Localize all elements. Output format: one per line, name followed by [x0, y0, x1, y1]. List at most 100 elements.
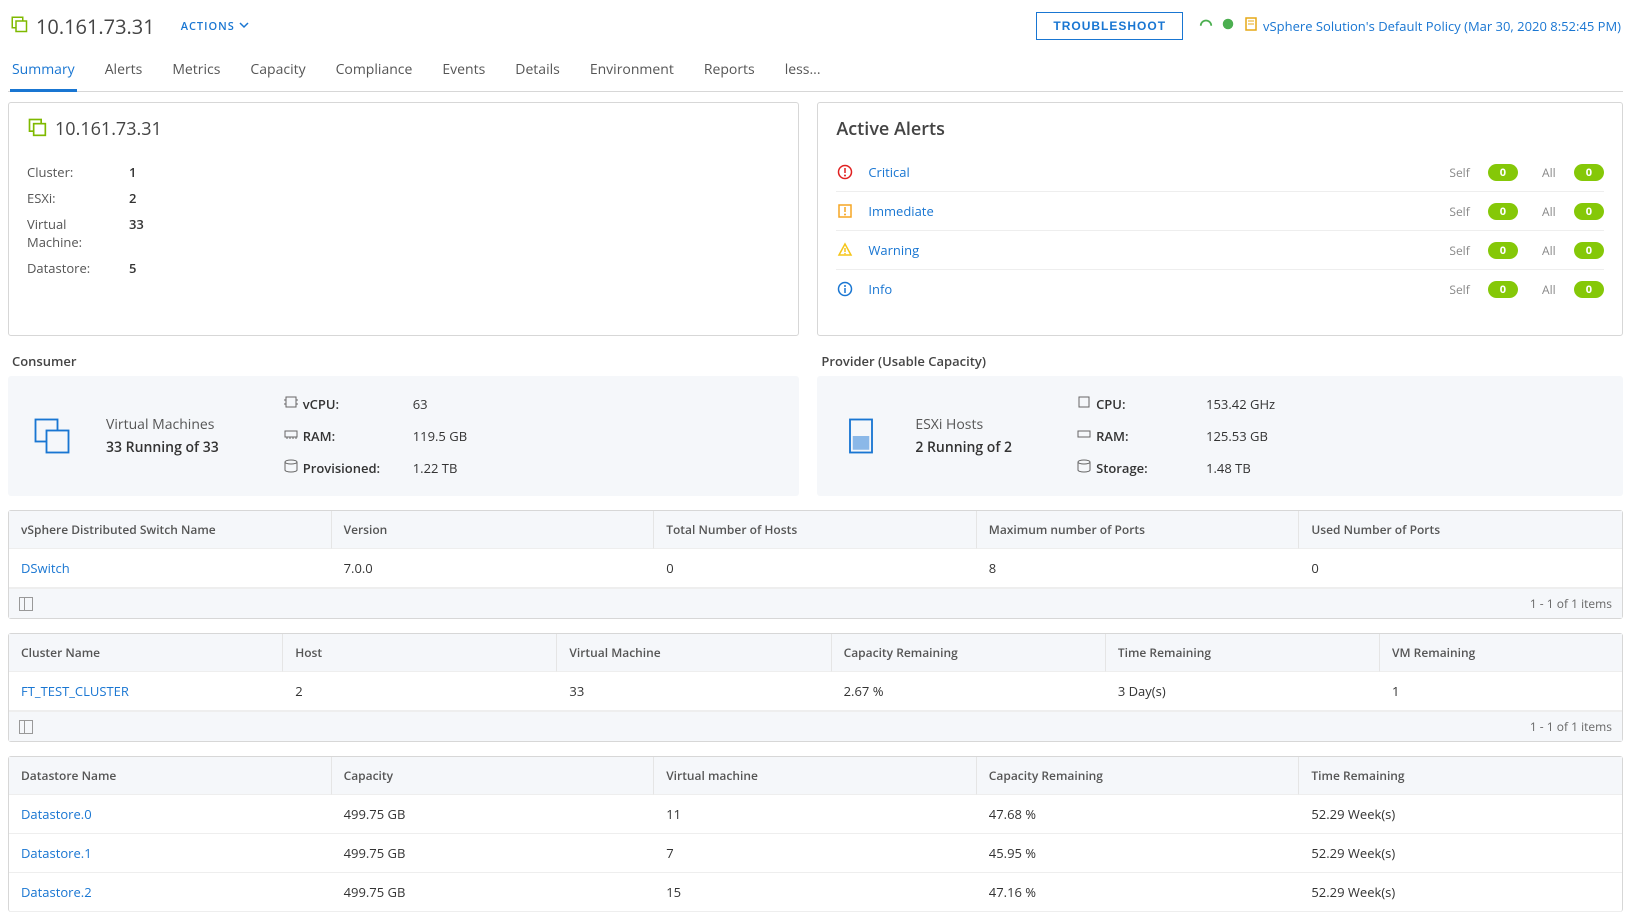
esxi-label: ESXi: — [27, 189, 119, 207]
datastore-link[interactable]: Datastore.2 — [9, 873, 332, 912]
th[interactable]: Virtual Machine — [557, 634, 831, 672]
storage-icon — [283, 458, 303, 478]
active-alerts-card: Active Alerts Critical Self 0 All 0 Immedi… — [817, 102, 1623, 336]
info-self-count: 0 — [1488, 281, 1518, 298]
alert-row-immediate: Immediate Self0 All0 — [836, 192, 1604, 231]
pram-value: 125.53 GB — [1206, 427, 1609, 445]
th[interactable]: vSphere Distributed Switch Name — [9, 511, 332, 549]
th[interactable]: Host — [283, 634, 557, 672]
th[interactable]: Capacity — [332, 757, 655, 795]
page-title: 10.161.73.31 — [36, 13, 155, 40]
ram-icon — [283, 426, 303, 446]
datastore-link[interactable]: Datastore.1 — [9, 834, 332, 873]
th[interactable]: Maximum number of Ports — [977, 511, 1300, 549]
ram-value: 119.5 GB — [413, 427, 786, 445]
summary-card: 10.161.73.31 Cluster:1 ESXi:2 Virtual Ma… — [8, 102, 799, 336]
storage-label: Storage: — [1096, 459, 1206, 477]
policy-link[interactable]: vSphere Solution's Default Policy (Mar 3… — [1243, 16, 1621, 36]
vcenter-icon — [10, 15, 28, 37]
th[interactable]: Time Remaining — [1299, 757, 1622, 795]
column-picker-icon[interactable] — [19, 720, 33, 734]
cell: 47.68 % — [977, 795, 1300, 834]
datastore-value: 5 — [129, 259, 136, 277]
datastore-label: Datastore: — [27, 259, 119, 277]
th[interactable]: VM Remaining — [1380, 634, 1622, 672]
alert-link-warning[interactable]: Warning — [868, 241, 1425, 259]
th[interactable]: Capacity Remaining — [977, 757, 1300, 795]
cell: 11 — [654, 795, 977, 834]
consumer-bot: 33 Running of 33 — [106, 438, 219, 457]
ram-icon — [1076, 426, 1096, 446]
tab-events[interactable]: Events — [440, 52, 487, 91]
tab-reports[interactable]: Reports — [702, 52, 757, 91]
alerts-title: Active Alerts — [836, 117, 1604, 141]
warning-all-count: 0 — [1574, 242, 1604, 259]
cpu-icon — [1076, 394, 1096, 414]
tab-summary[interactable]: Summary — [10, 52, 77, 92]
provider-panel: ESXi Hosts 2 Running of 2 CPU: 153.42 GH… — [817, 376, 1623, 496]
cell: 15 — [654, 873, 977, 912]
th[interactable]: Time Remaining — [1106, 634, 1380, 672]
cell: 33 — [557, 672, 831, 711]
alert-link-info[interactable]: Info — [868, 280, 1425, 298]
cluster-label: Cluster: — [27, 163, 119, 181]
dswitch-link[interactable]: DSwitch — [9, 549, 332, 588]
alert-link-immediate[interactable]: Immediate — [868, 202, 1425, 220]
cell: 7.0.0 — [332, 549, 655, 588]
th[interactable]: Virtual machine — [654, 757, 977, 795]
provider-top: ESXi Hosts — [915, 415, 1012, 434]
critical-all-count: 0 — [1574, 164, 1604, 181]
tab-details[interactable]: Details — [513, 52, 562, 91]
cluster-link[interactable]: FT_TEST_CLUSTER — [9, 672, 283, 711]
table-row[interactable]: FT_TEST_CLUSTER 2 33 2.67 % 3 Day(s) 1 — [9, 672, 1622, 711]
table-row[interactable]: Datastore.1 499.75 GB 7 45.95 % 52.29 We… — [9, 834, 1622, 873]
storage-value: 1.48 TB — [1206, 459, 1609, 477]
datastore-grid: Datastore Name Capacity Virtual machine … — [8, 756, 1623, 912]
actions-menu[interactable]: ACTIONS — [181, 19, 249, 34]
critical-self-count: 0 — [1488, 164, 1518, 181]
esxi-value: 2 — [129, 189, 136, 207]
self-label: Self — [1449, 281, 1469, 298]
cell: 0 — [654, 549, 977, 588]
tab-capacity[interactable]: Capacity — [248, 52, 307, 91]
tab-metrics[interactable]: Metrics — [170, 52, 222, 91]
cell: 47.16 % — [977, 873, 1300, 912]
self-label: Self — [1449, 203, 1469, 220]
troubleshoot-button[interactable]: TROUBLESHOOT — [1036, 12, 1183, 40]
vcpu-value: 63 — [413, 395, 786, 413]
policy-text: vSphere Solution's Default Policy (Mar 3… — [1263, 17, 1621, 35]
th[interactable]: Version — [332, 511, 655, 549]
chevron-down-icon — [239, 19, 249, 34]
summary-card-title: 10.161.73.31 — [55, 117, 162, 141]
tab-environment[interactable]: Environment — [588, 52, 676, 91]
cell: 2.67 % — [832, 672, 1106, 711]
consumer-panel: Virtual Machines 33 Running of 33 vCPU: … — [8, 376, 799, 496]
th[interactable]: Capacity Remaining — [832, 634, 1106, 672]
ram-label: RAM: — [1096, 427, 1206, 445]
th[interactable]: Cluster Name — [9, 634, 283, 672]
host-icon — [831, 414, 891, 458]
cell: 8 — [977, 549, 1300, 588]
info-all-count: 0 — [1574, 281, 1604, 298]
all-label: All — [1542, 164, 1556, 181]
th[interactable]: Used Number of Ports — [1299, 511, 1622, 549]
th[interactable]: Total Number of Hosts — [654, 511, 977, 549]
column-picker-icon[interactable] — [19, 597, 33, 611]
tab-alerts[interactable]: Alerts — [103, 52, 145, 91]
self-label: Self — [1449, 164, 1469, 181]
cpu-icon — [283, 394, 303, 414]
table-row[interactable]: Datastore.0 499.75 GB 11 47.68 % 52.29 W… — [9, 795, 1622, 834]
table-row[interactable]: DSwitch 7.0.0 0 8 0 — [9, 549, 1622, 588]
vcenter-icon — [27, 117, 47, 141]
tab-less[interactable]: less... — [783, 52, 823, 91]
th[interactable]: Datastore Name — [9, 757, 332, 795]
tab-compliance[interactable]: Compliance — [334, 52, 415, 91]
provider-bot: 2 Running of 2 — [915, 438, 1012, 457]
table-row[interactable]: Datastore.2 499.75 GB 15 47.16 % 52.29 W… — [9, 873, 1622, 912]
info-icon — [836, 281, 854, 297]
critical-icon — [836, 164, 854, 180]
alert-link-critical[interactable]: Critical — [868, 163, 1425, 181]
datastore-link[interactable]: Datastore.0 — [9, 795, 332, 834]
cell: 499.75 GB — [332, 834, 655, 873]
vm-value: 33 — [129, 215, 144, 251]
